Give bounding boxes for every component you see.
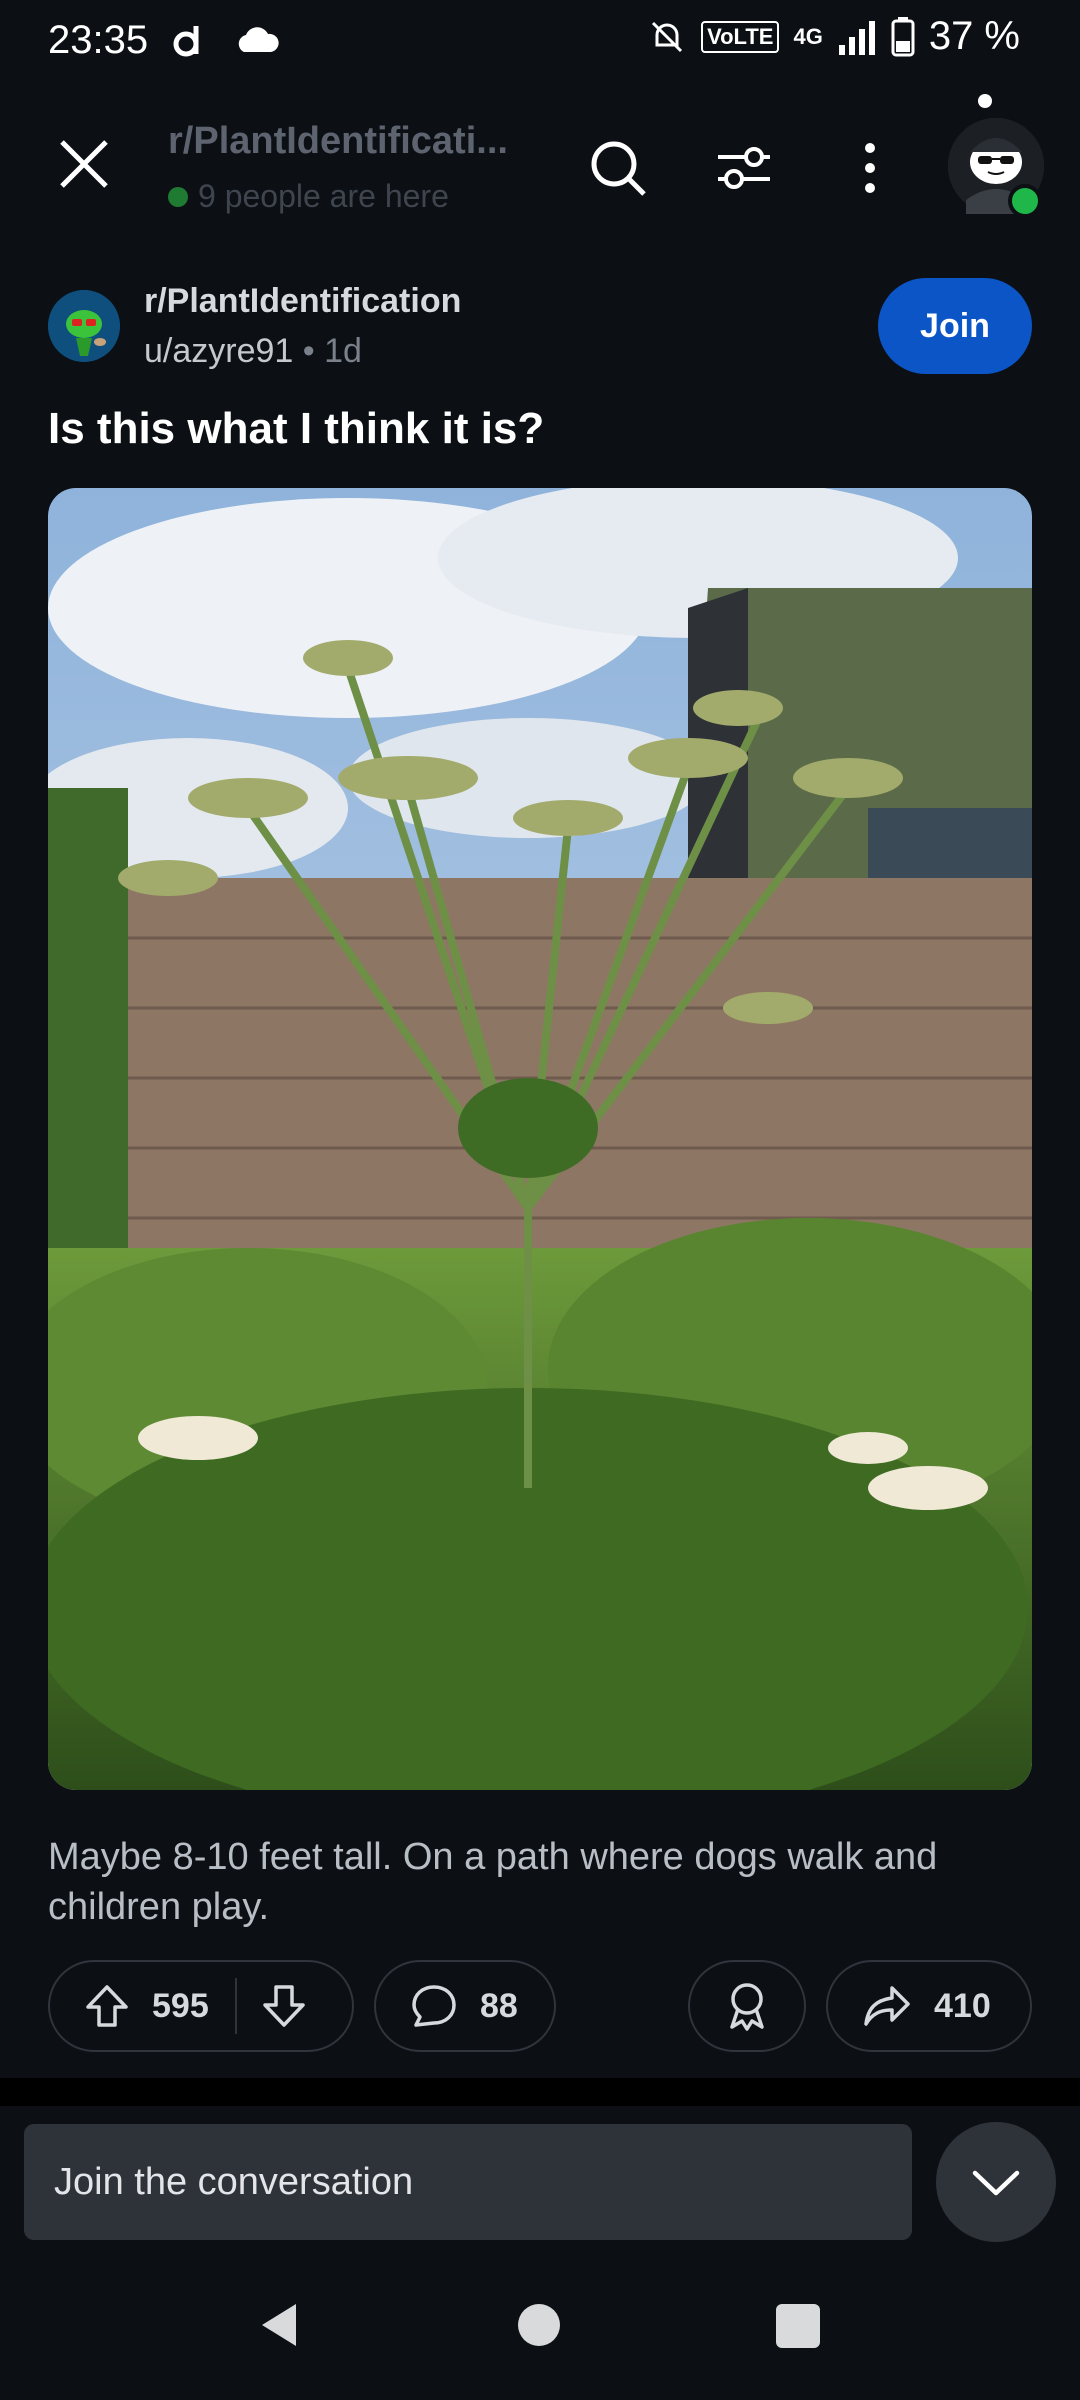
filter-icon xyxy=(714,143,774,193)
section-separator xyxy=(0,2078,1080,2106)
post-title: Is this what I think it is? xyxy=(48,404,545,453)
presence-indicator: 9 people are here xyxy=(168,178,449,215)
header-subreddit-title[interactable]: r/PlantIdentificati... xyxy=(168,120,538,163)
volte-badge: VoLTE xyxy=(701,20,780,53)
post-image[interactable] xyxy=(48,488,1032,1790)
cloud-icon xyxy=(234,26,280,54)
network-label: 4G xyxy=(793,23,823,49)
upvote-button[interactable] xyxy=(84,1983,130,2029)
presence-dot xyxy=(168,186,188,207)
subreddit-name[interactable]: r/PlantIdentification xyxy=(144,282,461,321)
more-options-button[interactable] xyxy=(834,132,906,204)
app-notification-icon xyxy=(172,22,208,58)
search-button[interactable] xyxy=(582,132,654,204)
filter-button[interactable] xyxy=(708,132,780,204)
downvote-icon xyxy=(261,1983,307,2029)
upvote-icon xyxy=(84,1983,130,2029)
author-name[interactable]: u/azyre91 xyxy=(144,332,293,370)
battery-icon xyxy=(891,16,915,57)
back-triangle-icon xyxy=(256,2300,300,2350)
share-icon xyxy=(862,1984,912,2028)
downvote-button[interactable] xyxy=(261,1983,307,2029)
vote-control: 595 xyxy=(48,1960,354,2052)
status-time: 23:35 xyxy=(48,18,149,62)
nav-recents-button[interactable] xyxy=(776,2304,820,2348)
award-icon xyxy=(724,1981,770,2031)
close-icon xyxy=(58,138,110,190)
join-button[interactable]: Join xyxy=(878,278,1032,374)
subreddit-avatar[interactable] xyxy=(48,290,120,362)
status-indicators: VoLTE 4G 37 % xyxy=(647,14,1020,59)
close-button[interactable] xyxy=(48,128,120,200)
online-status-dot xyxy=(1008,184,1042,218)
notification-dot xyxy=(978,94,992,108)
comment-count: 88 xyxy=(480,1986,518,2025)
vote-divider xyxy=(234,1978,237,2034)
comments-button[interactable]: 88 xyxy=(374,1960,556,2052)
more-icon xyxy=(860,140,880,196)
comment-icon xyxy=(410,1983,458,2029)
collapse-button[interactable] xyxy=(936,2122,1056,2242)
post-body: Maybe 8-10 feet tall. On a path where do… xyxy=(48,1836,938,1928)
presence-text: 9 people are here xyxy=(198,178,449,214)
share-button[interactable]: 410 xyxy=(826,1960,1032,2052)
mute-bell-icon xyxy=(647,17,687,57)
award-button[interactable] xyxy=(688,1960,806,2052)
post-meta: u/azyre91 • 1d xyxy=(144,332,362,370)
chevron-down-icon xyxy=(971,2167,1021,2197)
nav-back-button[interactable] xyxy=(256,2300,300,2350)
nav-home-button[interactable] xyxy=(518,2304,560,2346)
share-count: 410 xyxy=(934,1986,991,2025)
upvote-count: 595 xyxy=(152,1986,209,2025)
signal-icon xyxy=(837,19,877,55)
composer-placeholder: Join the conversation xyxy=(54,2160,414,2203)
battery-level: 37 % xyxy=(928,14,1020,58)
search-icon xyxy=(588,138,648,198)
comment-composer[interactable]: Join the conversation xyxy=(24,2124,912,2240)
post-age: 1d xyxy=(324,332,362,370)
